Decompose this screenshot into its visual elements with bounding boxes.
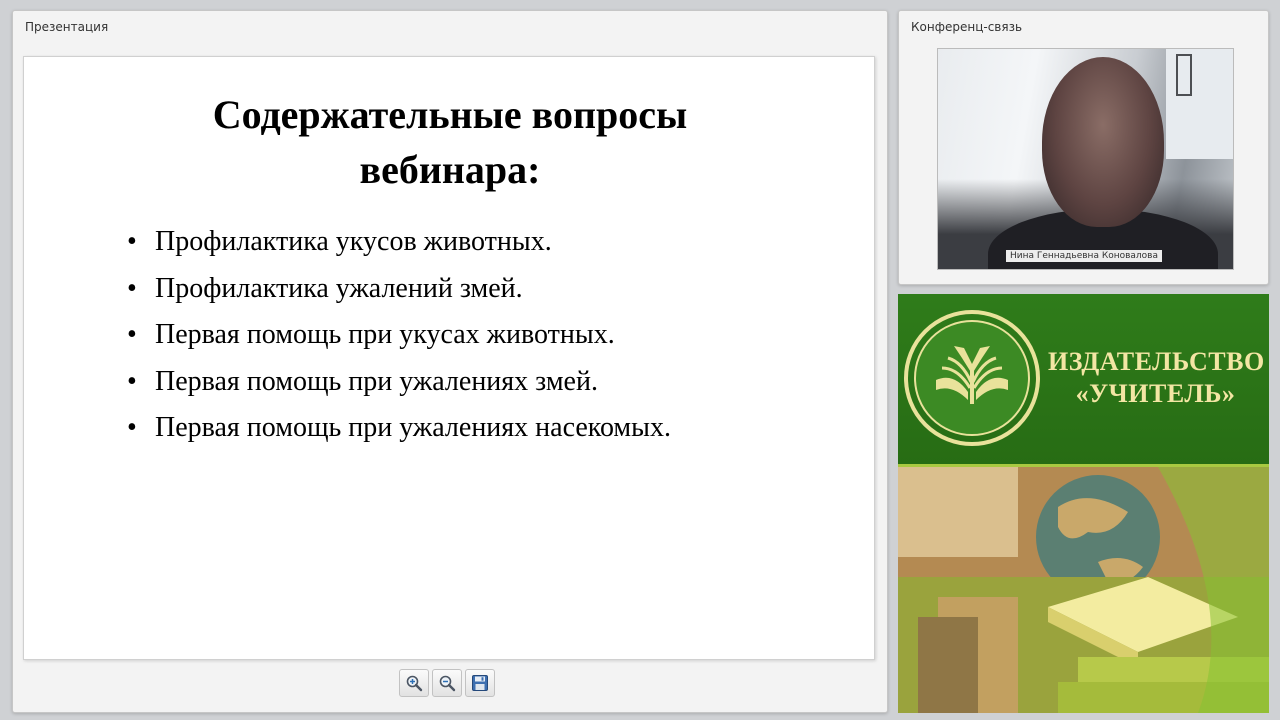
globe-books-illustration: [898, 467, 1269, 713]
slide-bullet: Профилактика ужалений змей.: [127, 266, 671, 313]
speaker-head: [1042, 57, 1164, 227]
conference-panel-title: Конференц-связь: [911, 20, 1023, 34]
slide-heading: Содержательные вопросы вебинара:: [24, 87, 876, 197]
speaker-name-tag: Нина Геннадьевна Коновалова: [1006, 250, 1162, 262]
zoom-in-icon: [406, 675, 423, 692]
publisher-banner: ИЗДАТЕЛЬСТВО «УЧИТЕЛЬ»: [898, 294, 1269, 713]
slide-bullet: Первая помощь при укусах животных.: [127, 312, 671, 359]
zoom-in-button[interactable]: [399, 669, 429, 697]
slide-heading-line: Содержательные вопросы: [212, 92, 688, 137]
conference-panel: Конференц-связь Нина Геннадьевна Коновал…: [898, 10, 1269, 285]
publisher-logo-icon: [904, 310, 1040, 446]
presentation-panel-title: Презентация: [25, 20, 109, 34]
zoom-out-icon: [439, 675, 456, 692]
publisher-name: ИЗДАТЕЛЬСТВО «УЧИТЕЛЬ»: [1048, 346, 1265, 410]
slide-bullet: Первая помощь при ужалениях змей.: [127, 359, 671, 406]
publisher-name-line: «УЧИТЕЛЬ»: [1075, 379, 1236, 408]
slide-bullet: Профилактика укусов животных.: [127, 219, 671, 266]
save-button[interactable]: [465, 669, 495, 697]
speaker-video: Нина Геннадьевна Коновалова: [937, 48, 1234, 270]
publisher-name-line: ИЗДАТЕЛЬСТВО: [1048, 347, 1265, 376]
slide-bullet-list: Профилактика укусов животных. Профилакти…: [127, 219, 671, 452]
save-icon: [472, 675, 488, 691]
presentation-toolbar: [399, 669, 495, 699]
presentation-panel: Презентация Содержательные вопросы вебин…: [12, 10, 888, 713]
zoom-out-button[interactable]: [432, 669, 462, 697]
video-background-frame: [1176, 54, 1192, 96]
slide-bullet: Первая помощь при ужалениях насекомых.: [127, 405, 671, 452]
presentation-slide: Содержательные вопросы вебинара: Профила…: [23, 56, 875, 660]
slide-heading-line: вебинара:: [359, 147, 541, 192]
publisher-photo: [898, 467, 1269, 713]
